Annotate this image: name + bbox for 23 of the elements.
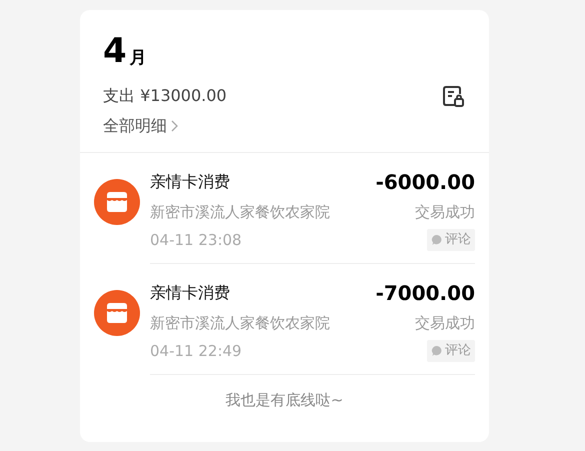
transaction-time: 04-11 23:08 xyxy=(150,230,242,250)
end-of-list-text: 我也是有底线哒~ xyxy=(226,390,344,411)
transaction-amount: -6000.00 xyxy=(376,169,475,196)
transaction-time: 04-11 22:49 xyxy=(150,340,242,362)
merchant-name: 新密市溪流人家餐饮农家院 xyxy=(150,313,330,334)
chevron-right-icon xyxy=(171,120,178,132)
shop-icon xyxy=(94,179,140,225)
shop-icon xyxy=(94,290,140,336)
chat-bubble-icon xyxy=(431,234,443,246)
all-details-link[interactable]: 全部明细 xyxy=(103,114,178,138)
expense-total: 支出 ¥13000.00 xyxy=(103,85,227,107)
month-number: 4 xyxy=(103,32,127,70)
transaction-status: 交易成功 xyxy=(415,313,475,334)
locked-bill-icon[interactable] xyxy=(441,84,465,108)
comment-button[interactable]: 评论 xyxy=(427,340,475,362)
month-unit: 月 xyxy=(130,47,147,70)
transaction-amount: -7000.00 xyxy=(376,280,475,307)
chat-bubble-icon xyxy=(431,344,443,357)
transaction-status: 交易成功 xyxy=(415,202,475,223)
comment-button[interactable]: 评论 xyxy=(427,228,475,251)
merchant-name: 新密市溪流人家餐饮农家院 xyxy=(150,202,330,223)
transaction-title: 亲情卡消费 xyxy=(150,282,230,304)
transaction-title: 亲情卡消费 xyxy=(150,171,230,193)
